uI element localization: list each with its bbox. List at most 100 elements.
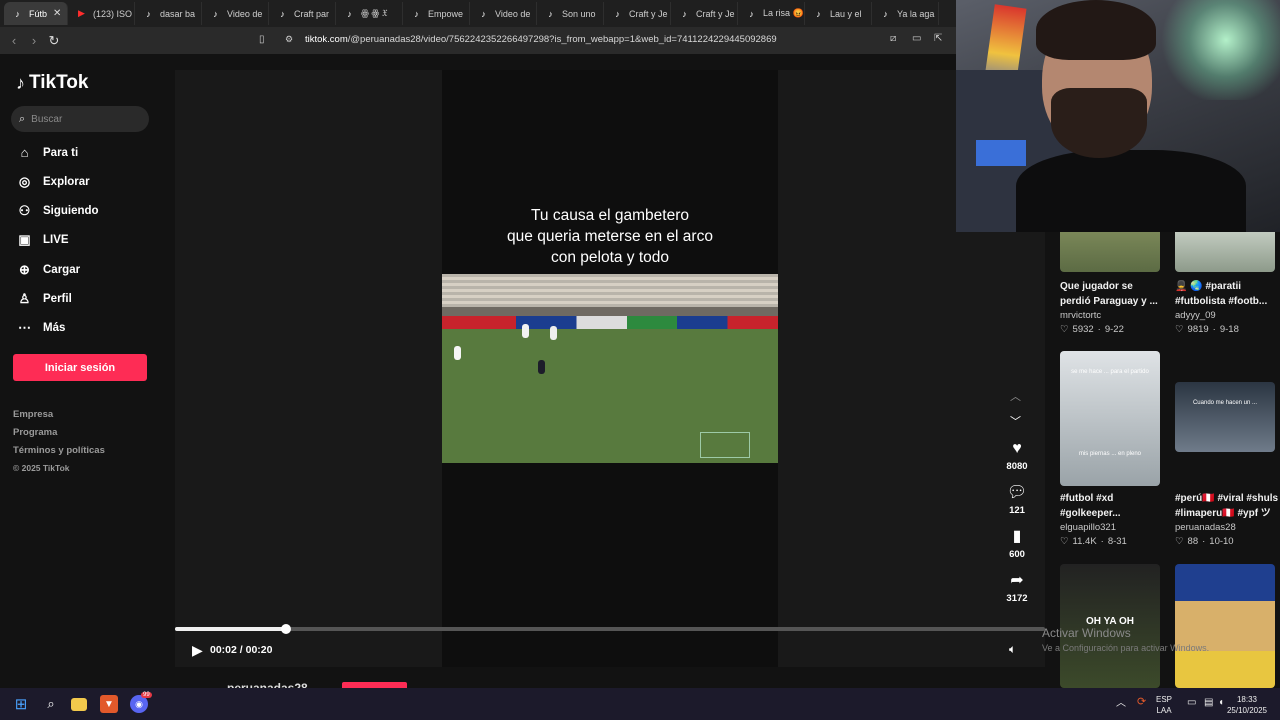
tiktok-logo[interactable]: ♪ TikTok [16, 72, 88, 94]
browser-tab[interactable]: ♪ Video de [202, 2, 269, 25]
like-button[interactable]: ♥ 8080 [1001, 440, 1033, 472]
clock[interactable]: 18:33 25/10/2025 [1226, 694, 1268, 716]
sync-icon[interactable]: ⟳ [1137, 697, 1146, 708]
address-bar: ‹ › ↻ ▯ ⚙ tiktok.com/@peruanadas28/video… [0, 27, 956, 54]
upload-icon: ⊕ [19, 261, 30, 277]
recommended-video-thumbnail[interactable]: se me hace ... para el partido mis pierna… [1060, 351, 1160, 486]
search-input[interactable]: ⌕ Buscar [11, 106, 149, 132]
browser-tab[interactable]: ♪ ꙮ ꙮ 𝔛 [336, 2, 403, 25]
windows-start-icon[interactable]: ⊞ [12, 695, 30, 713]
recommended-video-title[interactable]: Que jugador se perdió Paraguay y ... [1060, 279, 1165, 309]
browser-tab[interactable]: ♪ Craft y Je [671, 2, 738, 25]
browser-tab-label: Ya la aga [897, 8, 935, 19]
nav-item-perfil[interactable]: ♙ Perfil [16, 291, 72, 308]
bookmark-star-icon[interactable]: ▯ [259, 34, 265, 45]
browser-tab[interactable]: ♪ Video de [470, 2, 537, 25]
video-frame[interactable]: Tu causa el gambetero que queria meterse … [442, 70, 778, 667]
nav-item-live[interactable]: ▣ LIVE [16, 232, 68, 249]
footer-link[interactable]: Programa [13, 427, 57, 438]
browser-tab[interactable]: ▶ (123) ISO [68, 2, 135, 25]
recommended-video-author[interactable]: peruanadas28 [1175, 522, 1236, 533]
tray-expand-icon[interactable]: ︿ [1116, 698, 1126, 709]
post-date: 9-18 [1219, 324, 1239, 335]
browser-tab-label: Video de [227, 8, 263, 19]
brave-browser-icon[interactable]: ▼ [100, 695, 118, 713]
display-icon[interactable]: ▭ [1187, 697, 1196, 708]
video-player[interactable]: Tu causa el gambetero que queria meterse … [175, 70, 1045, 667]
browser-tab-label: Son uno [562, 8, 596, 19]
recommended-video-author[interactable]: elguapillo321 [1060, 522, 1116, 533]
close-tab-icon[interactable]: ✕ [53, 8, 61, 19]
share-button[interactable]: ➦ 3172 [1001, 572, 1033, 604]
file-explorer-icon[interactable] [71, 698, 87, 711]
recommended-video-author[interactable]: adyyy_09 [1175, 310, 1216, 321]
post-date: 9-22 [1104, 324, 1124, 335]
browser-tab-label: Video de [495, 8, 531, 19]
browser-tab-label: dasar ba [160, 8, 196, 19]
nav-item-label: Siguiendo [43, 205, 99, 218]
browser-tab[interactable]: ♪ dasar ba [135, 2, 202, 25]
video-progress-knob[interactable] [281, 624, 292, 634]
tiktok-icon: ♪ [548, 8, 553, 19]
recommended-video-title[interactable]: #futbol #xd #golkeeper... [1060, 491, 1165, 521]
nav-item-siguiendo[interactable]: ⚇ Siguiendo [16, 203, 99, 220]
nav-item-explorar[interactable]: ◎ Explorar [16, 173, 90, 190]
nav-item-cargar[interactable]: ⊕ Cargar [16, 261, 80, 278]
play-icon[interactable]: ▶ [192, 642, 203, 659]
windows-taskbar: ⊞ ⌕ ▼ ◉ 99 ︿ ⟳ ESP LAA ▭ ▤ ◖ 18:33 25/10… [0, 688, 1280, 720]
back-icon[interactable]: ‹ [4, 33, 24, 48]
input-language[interactable]: ESP LAA [1156, 694, 1172, 716]
save-button[interactable]: ▮ 600 [1001, 528, 1033, 560]
browser-tab[interactable]: ♪ Empowe [403, 2, 470, 25]
share-page-icon[interactable]: ⇱ [934, 33, 942, 44]
login-button[interactable]: Iniciar sesión [13, 354, 147, 381]
browser-tab-label: Craft par [294, 8, 330, 19]
recommended-video-author[interactable]: mrvictortc [1060, 310, 1101, 321]
browser-tab[interactable]: ♪ Craft par [269, 2, 336, 25]
tiktok-icon: ♪ [816, 8, 821, 19]
footer-link[interactable]: Empresa [13, 409, 53, 420]
browser-tab[interactable]: ♪ Fútb ✕ [4, 2, 68, 25]
recommended-video-thumbnail[interactable] [1060, 228, 1160, 272]
recommended-video-title[interactable]: 💂 🌏 #paratii #futbolista #footb... [1175, 279, 1280, 309]
recommended-video-meta: ♡ 88 · 10-10 [1175, 536, 1234, 547]
taskbar-search-icon[interactable]: ⌕ [42, 695, 60, 713]
recommended-video-thumbnail[interactable] [1175, 228, 1275, 272]
recommended-video-meta: ♡ 5932 · 9-22 [1060, 324, 1124, 335]
caption-line: que queria meterse en el arco [507, 228, 713, 245]
thumbnail-overlay-text: se me hace ... para el partido [1071, 369, 1149, 375]
speaker-icon[interactable]: ◖ [1218, 697, 1224, 708]
recommended-video-meta: ♡ 11.4K · 8-31 [1060, 536, 1127, 547]
reload-icon[interactable]: ↻ [44, 33, 64, 49]
browser-tab[interactable]: ♪ Ya la aga [872, 2, 939, 25]
chevron-down-icon[interactable]: ﹀ [1010, 413, 1021, 429]
browser-tab[interactable]: ♪ Lau y el [805, 2, 872, 25]
recommended-video-thumbnail[interactable] [1175, 564, 1275, 688]
nav-item-m-s[interactable]: ⋯ Más [16, 320, 65, 337]
recommended-video-thumbnail[interactable]: Cuando me hacen un ... [1175, 382, 1275, 452]
tiktok-icon: ♪ [615, 8, 620, 19]
reader-mode-icon[interactable]: ⧄ [890, 33, 896, 44]
url-field[interactable]: tiktok.com/@peruanadas28/video/756224235… [305, 34, 777, 45]
nav-item-label: Más [43, 322, 66, 335]
browser-tab[interactable]: ♪ La risa 😡 [738, 2, 805, 25]
recommended-video-title[interactable]: #perú🇵🇪 #viral #shuls #limaperu🇵🇪 #ypf ツ [1175, 491, 1280, 521]
forward-icon[interactable]: › [24, 33, 44, 48]
network-icon[interactable]: ▤ [1204, 697, 1213, 708]
browser-tab[interactable]: ♪ Craft y Je [604, 2, 671, 25]
footer-link[interactable]: Términos y políticas [13, 445, 105, 456]
compass-icon: ◎ [18, 173, 31, 189]
volume-icon[interactable]: 🔈︎ [1009, 642, 1016, 657]
cast-icon[interactable]: ▭ [912, 33, 921, 44]
webcam-overlay [956, 0, 1280, 232]
browser-tab[interactable]: ♪ Son uno [537, 2, 604, 25]
nav-item-para-ti[interactable]: ⌂ Para ti [16, 144, 79, 161]
site-info-icon[interactable]: ⚙ [285, 34, 293, 45]
heart-outline-icon: ♡ [1060, 536, 1069, 547]
chevron-up-icon[interactable]: ︿ [1010, 388, 1021, 404]
video-progress-bar[interactable] [175, 624, 1045, 634]
comment-button[interactable]: 💬︎ 121 [1001, 484, 1033, 516]
nav-item-label: Cargar [43, 263, 81, 276]
tiktok-icon: ♪ [347, 8, 352, 19]
video-caption: Tu causa el gambetero que queria meterse … [442, 205, 778, 268]
